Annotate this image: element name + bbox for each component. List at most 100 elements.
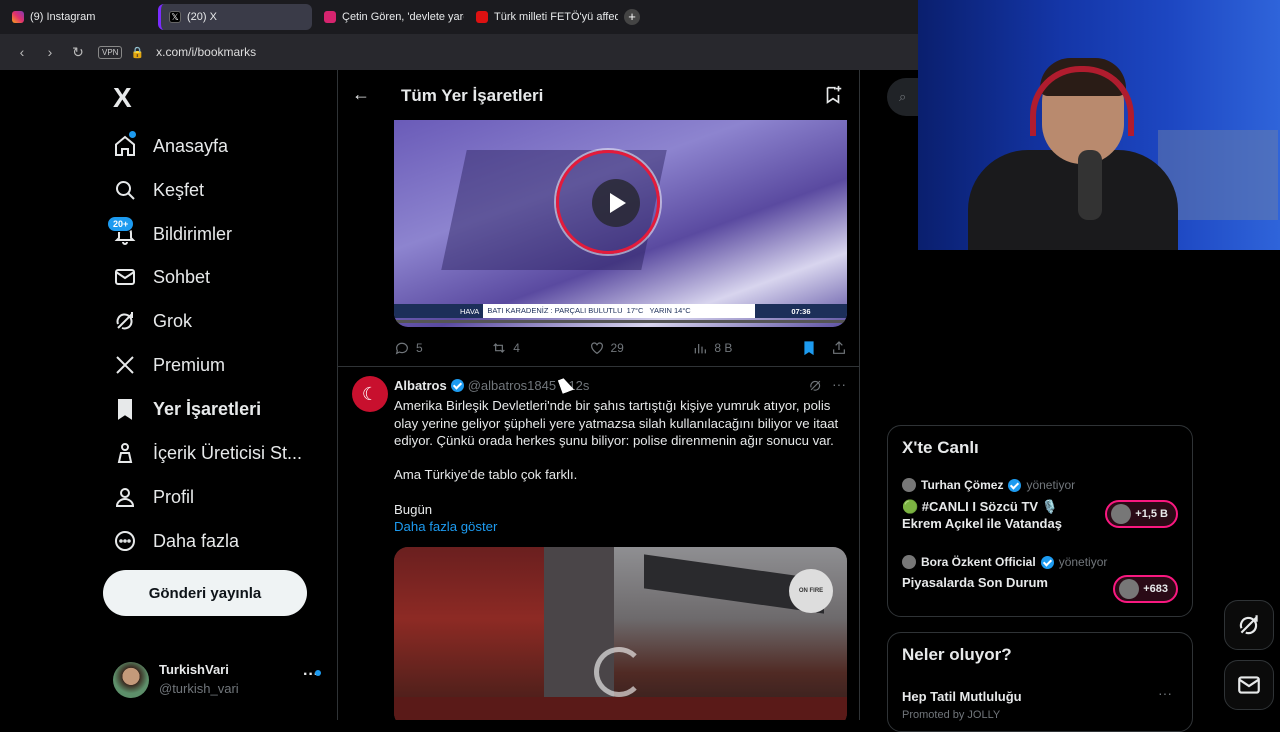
bookmark-add-icon[interactable] xyxy=(822,84,844,106)
listener-pill[interactable]: +1,5 B xyxy=(1105,500,1178,528)
video-player[interactable]: ON FIRE xyxy=(394,547,847,720)
host-role: yönetiyor xyxy=(1058,555,1108,569)
like-button[interactable]: 29 xyxy=(589,340,624,356)
promoted-label: Promoted by JOLLY xyxy=(902,709,1001,721)
show-more-link[interactable]: Daha fazla göster xyxy=(394,518,849,536)
trend-item[interactable]: Hep Tatil Mutluluğu xyxy=(902,689,1022,704)
timeline-header: ← Tüm Yer İşaretleri xyxy=(338,70,859,120)
reload-icon[interactable]: ↻ xyxy=(64,44,92,61)
tweet-actions: 5 4 29 8 B xyxy=(394,338,847,358)
sidewalk xyxy=(394,697,847,720)
storefront-left xyxy=(394,547,544,720)
tweet-menu-icon[interactable]: ··· xyxy=(832,376,846,392)
grok-icon[interactable] xyxy=(808,378,823,393)
person-body xyxy=(968,150,1178,250)
like-count: 29 xyxy=(610,341,624,355)
live-title: Piyasalarda Son Durum xyxy=(902,575,1048,590)
ticker-text: BATI KARADENİZ : PARÇALI BULUTLU 17°C YA… xyxy=(483,304,756,318)
chart-icon xyxy=(695,344,707,354)
nav-notifications[interactable]: Bildirimler 20+ xyxy=(107,214,233,254)
browser-tab-bar: (9) Instagram 𝕏 (20) X Çetin Gören, 'dev… xyxy=(0,0,918,34)
retweet-button[interactable]: 4 xyxy=(491,340,520,356)
video-ticker: HAVA BATI KARADENİZ : PARÇALI BULUTLU 17… xyxy=(394,304,847,318)
url-field[interactable]: x.com/i/bookmarks xyxy=(156,45,256,59)
listener-count: +1,5 B xyxy=(1135,508,1168,520)
back-nav-icon[interactable]: ‹ xyxy=(8,44,36,60)
live-host: Bora Özkent Official yönetiyor xyxy=(902,555,1192,569)
nav-label: Bildirimler xyxy=(153,223,233,244)
bookmark-icon xyxy=(118,399,132,420)
video-progress-track[interactable] xyxy=(394,320,847,323)
forward-nav-icon[interactable]: › xyxy=(36,44,64,60)
grok-float-button[interactable] xyxy=(1224,600,1274,650)
avatar xyxy=(902,478,916,492)
nav-explore[interactable]: Keşfet xyxy=(113,170,204,210)
bookmark-filled-icon[interactable] xyxy=(801,340,817,356)
play-icon[interactable] xyxy=(592,179,640,227)
x-logo-icon xyxy=(116,356,134,374)
nav-messages[interactable]: Sohbet xyxy=(113,257,210,297)
building-wall xyxy=(544,547,614,720)
tweet-text: Amerika Birleşik Devletleri'nde bir şahı… xyxy=(394,398,839,448)
nav-profile[interactable]: Profil xyxy=(113,477,194,517)
trend-menu-icon[interactable]: ··· xyxy=(1158,685,1172,701)
avatar xyxy=(1111,504,1132,524)
page-title: Tüm Yer İşaretleri xyxy=(401,86,544,105)
back-arrow-icon[interactable]: ← xyxy=(352,84,370,105)
mail-icon xyxy=(115,269,135,285)
avatar xyxy=(1119,579,1140,599)
account-handle: @turkish_vari xyxy=(159,681,239,696)
bookmark-share-group xyxy=(801,340,847,356)
x-logo-icon[interactable]: X xyxy=(113,82,132,114)
search-icon xyxy=(116,181,135,200)
nav-creator-studio[interactable]: İçerik Üreticisi St... xyxy=(113,433,302,473)
listener-count: +683 xyxy=(1143,583,1168,595)
nav-label: Keşfet xyxy=(153,179,205,200)
nav-label: İçerik Üreticisi St... xyxy=(153,442,303,463)
nav-label: Daha fazla xyxy=(153,530,240,551)
nav-label: Yer İşaretleri xyxy=(153,398,262,419)
nav-bookmarks[interactable]: Yer İşaretleri xyxy=(113,389,261,429)
new-tab-button[interactable]: + xyxy=(624,9,640,25)
account-switcher[interactable]: TurkishVari @turkish_vari ··· xyxy=(113,660,325,700)
author-handle[interactable]: @albatros1845 xyxy=(468,378,556,393)
live-host: Turhan Çömez yönetiyor xyxy=(902,478,1192,492)
tab-news-1[interactable]: Çetin Gören, 'devlete yard xyxy=(316,4,464,30)
nav-label: Sohbet xyxy=(153,266,211,287)
author-name[interactable]: Albatros xyxy=(394,378,447,393)
news-favicon-icon xyxy=(476,11,488,23)
live-item[interactable]: Turhan Çömez yönetiyor 🟢 #CANLI I Sözcü … xyxy=(902,478,1192,536)
heart-icon xyxy=(590,342,603,355)
more-circle-icon xyxy=(115,531,135,551)
tab-label: Türk milleti FETÖ'yü affede xyxy=(494,11,618,23)
tweet-text: Bugün xyxy=(394,502,433,517)
divider xyxy=(338,366,859,367)
creator-icon xyxy=(117,443,133,463)
nav-more[interactable]: Daha fazla xyxy=(113,521,239,561)
host-name: Turhan Çömez xyxy=(921,478,1004,492)
views-button[interactable]: 8 B xyxy=(692,340,732,356)
video-player[interactable]: HAVA BATI KARADENİZ : PARÇALI BULUTLU 17… xyxy=(394,120,847,327)
avatar xyxy=(113,662,149,698)
avatar[interactable]: ☾ xyxy=(352,376,388,412)
nav-grok[interactable]: Grok xyxy=(113,301,192,341)
nav-home[interactable]: Anasayfa xyxy=(113,126,228,166)
vpn-badge[interactable]: VPN xyxy=(98,45,123,59)
card-title: Neler oluyor? xyxy=(902,645,1012,664)
tab-x[interactable]: 𝕏 (20) X xyxy=(158,4,312,30)
microphone-icon xyxy=(1078,150,1102,220)
reply-button[interactable]: 5 xyxy=(394,340,423,356)
host-name: Bora Özkent Official xyxy=(921,555,1036,569)
verified-badge-icon xyxy=(1040,555,1054,569)
tab-instagram[interactable]: (9) Instagram xyxy=(4,4,154,30)
share-icon[interactable] xyxy=(831,340,847,356)
avatar xyxy=(902,555,916,569)
nav-premium[interactable]: Premium xyxy=(113,345,225,385)
live-item[interactable]: Bora Özkent Official yönetiyor Piyasalar… xyxy=(902,555,1192,605)
listener-pill[interactable]: +683 xyxy=(1113,575,1178,603)
tab-news-2[interactable]: Türk milleti FETÖ'yü affede xyxy=(468,4,618,30)
view-count: 8 B xyxy=(714,341,733,355)
messages-float-button[interactable] xyxy=(1224,660,1274,710)
post-button[interactable]: Gönderi yayınla xyxy=(103,570,307,616)
loading-spinner-icon xyxy=(594,647,644,697)
